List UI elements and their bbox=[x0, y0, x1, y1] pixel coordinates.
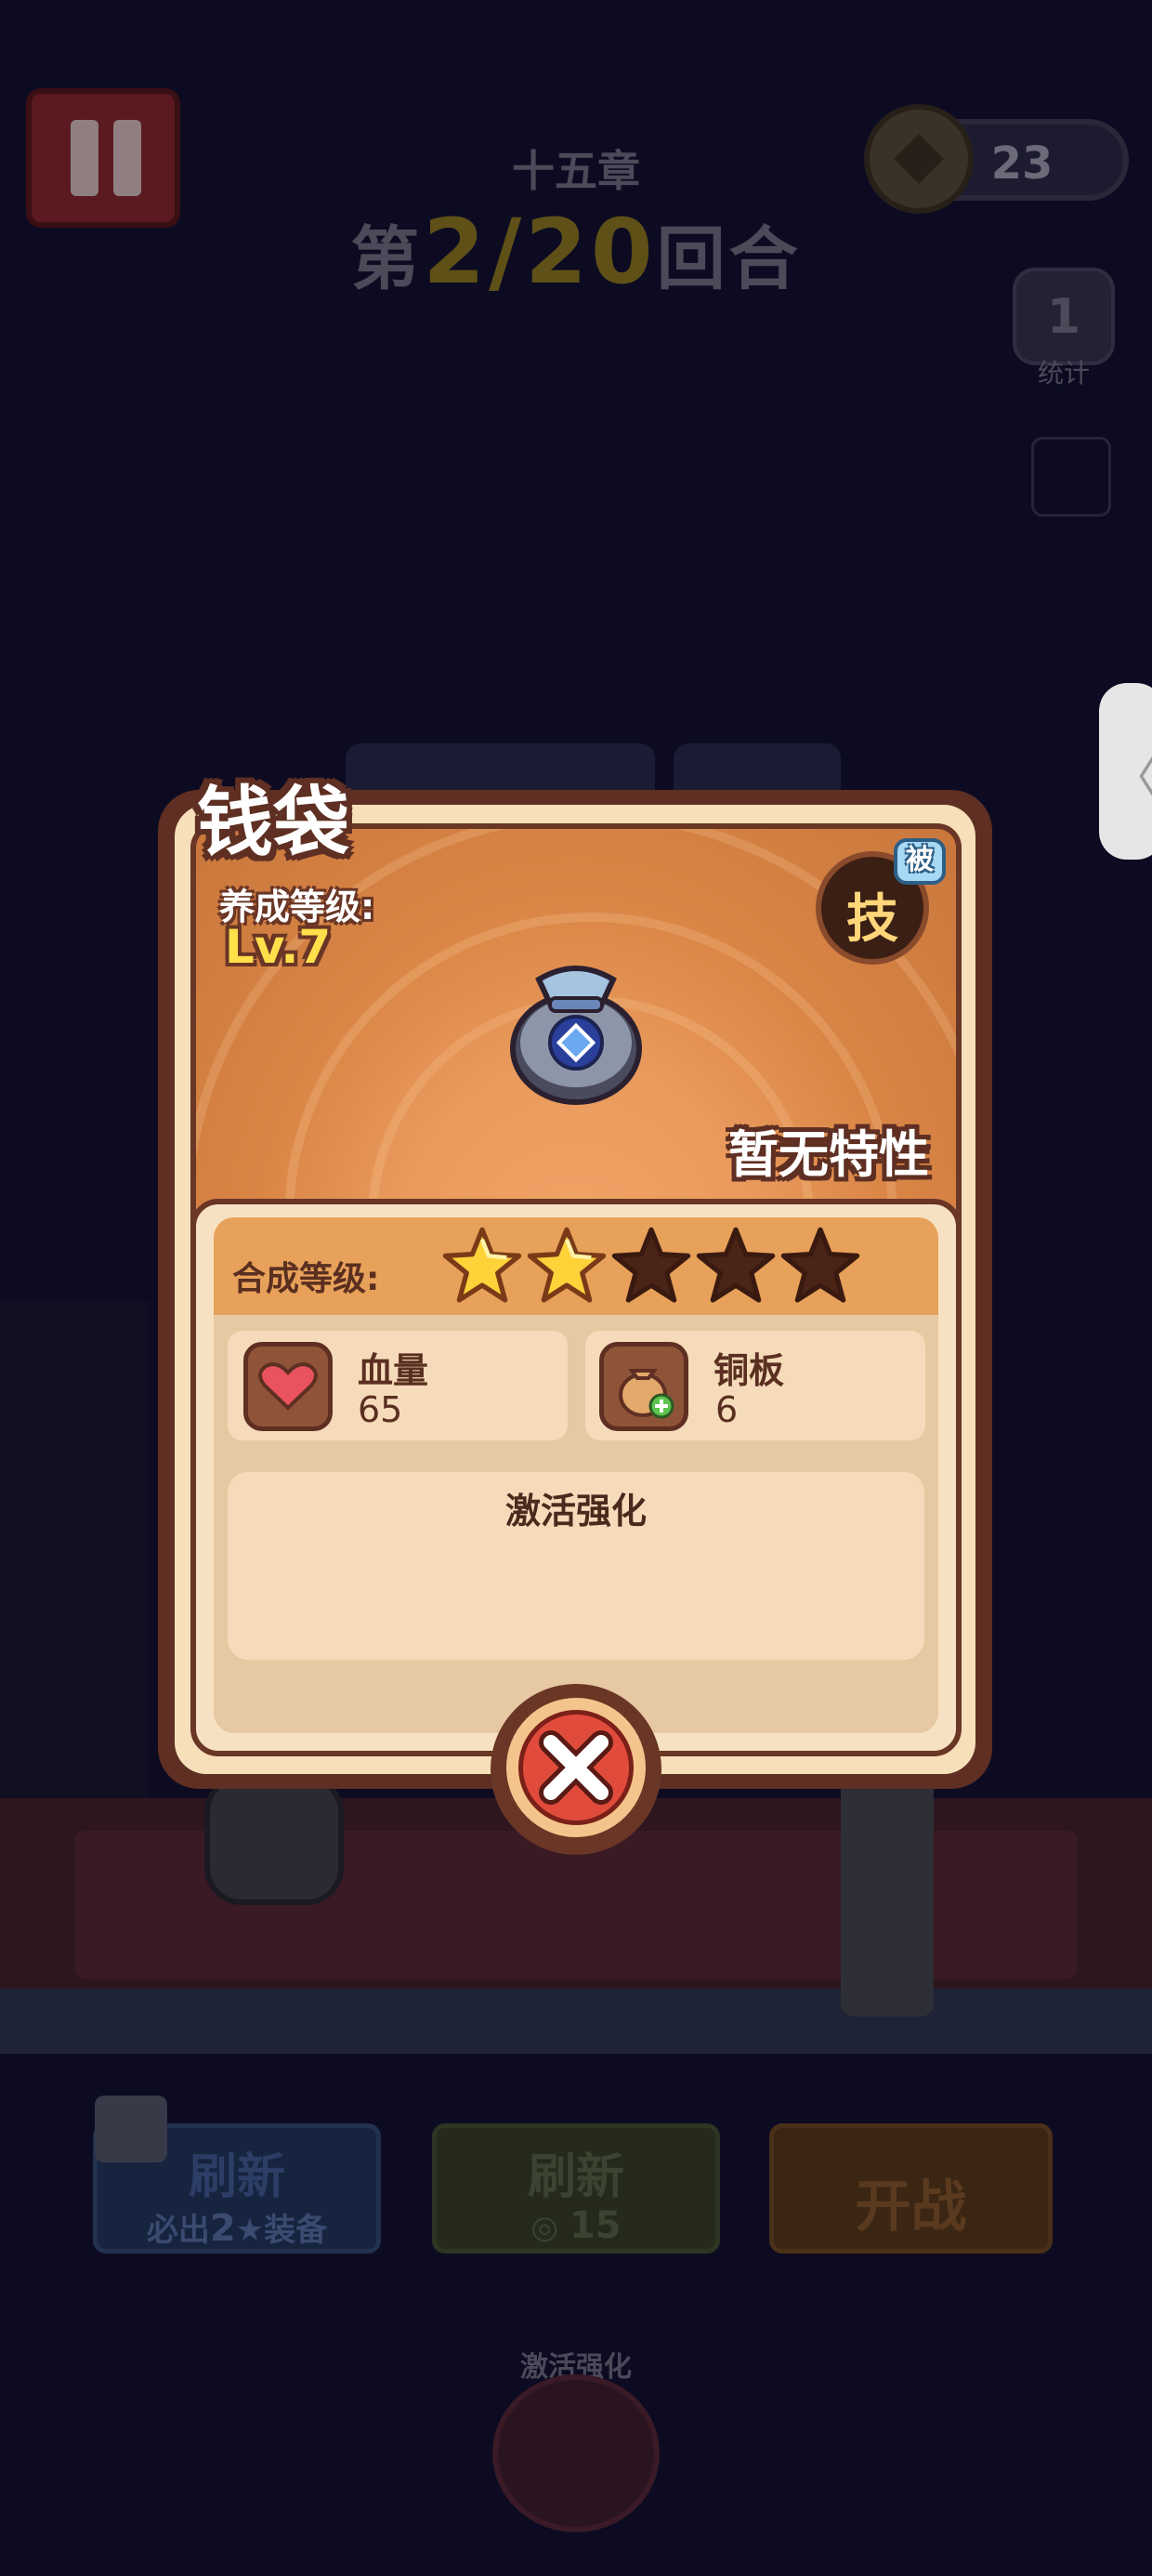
pause-icon bbox=[71, 120, 98, 196]
level-value: Lv.7 bbox=[225, 920, 332, 974]
hp-label: 血量 bbox=[358, 1350, 429, 1391]
item-title: 钱袋 bbox=[197, 779, 350, 867]
svg-text:1: 1 bbox=[1047, 289, 1080, 345]
star-icon: ★ bbox=[235, 2212, 265, 2249]
pillar-decoration bbox=[841, 1766, 934, 2017]
enhance-title: 激活强化 bbox=[504, 1491, 647, 1531]
refresh-ad-sub-suffix: 装备 bbox=[264, 2212, 328, 2249]
start-battle-button[interactable]: 开战 bbox=[769, 2123, 1053, 2254]
money-bag-icon bbox=[510, 966, 642, 1105]
hp-value: 65 bbox=[358, 1389, 403, 1430]
pause-icon-bar bbox=[113, 120, 141, 196]
refresh-coin-cost: 15 bbox=[569, 2204, 622, 2247]
pause-button[interactable] bbox=[26, 88, 180, 228]
star-empty-icon bbox=[611, 1227, 691, 1303]
refresh-ad-sub-count: 2 bbox=[209, 2207, 236, 2250]
round-prefix: 第 bbox=[350, 219, 424, 299]
round-suffix: 回合 bbox=[656, 219, 802, 299]
star-filled-icon bbox=[527, 1227, 607, 1303]
refresh-ad-sub-prefix: 必出 bbox=[146, 2212, 210, 2249]
chevron-left-icon: 〈 bbox=[1112, 741, 1152, 808]
play-board-edge bbox=[0, 1989, 1152, 2054]
heart-icon bbox=[243, 1342, 333, 1431]
stats-button[interactable]: 1 bbox=[1013, 268, 1115, 365]
tv-ad-icon bbox=[95, 2096, 167, 2162]
compose-level-label: 合成等级: bbox=[232, 1260, 380, 1298]
passive-badge: 被 bbox=[894, 838, 946, 885]
copper-coin-icon: ◎ bbox=[530, 2209, 569, 2246]
star-filled-icon bbox=[442, 1227, 522, 1303]
refresh-coin-cost-row: ◎ 15 bbox=[437, 2204, 715, 2247]
enhance-scroll-button[interactable] bbox=[492, 2374, 660, 2532]
round-indicator: 第2/20回合 bbox=[297, 200, 855, 304]
refresh-ad-subtitle: 必出2★装备 bbox=[98, 2204, 376, 2250]
stats-label: 统计 bbox=[1037, 358, 1090, 388]
close-x-glyph bbox=[539, 1730, 613, 1805]
refresh-coin-button[interactable]: 刷新 ◎ 15 bbox=[432, 2123, 720, 2254]
coin-bag-glyph bbox=[619, 1369, 674, 1419]
coin-count: 23 bbox=[990, 138, 1054, 190]
skill-label: 技 bbox=[846, 889, 898, 950]
coin-value: 6 bbox=[715, 1389, 739, 1430]
heart-glyph bbox=[258, 1362, 318, 1411]
settings-icon[interactable] bbox=[1031, 437, 1111, 517]
round-value: 2/20 bbox=[423, 200, 657, 304]
coin-bag-plus-icon bbox=[599, 1342, 688, 1431]
chapter-label: 十五章 bbox=[512, 146, 640, 196]
refresh-coin-label: 刷新 bbox=[527, 2149, 624, 2205]
star-empty-icon bbox=[780, 1227, 860, 1303]
yin-yang-icon bbox=[204, 1775, 344, 1905]
start-battle-label: 开战 bbox=[855, 2175, 967, 2240]
close-icon[interactable] bbox=[518, 1710, 634, 1825]
trait-text: 暂无特性 bbox=[728, 1125, 929, 1184]
star-empty-icon bbox=[696, 1227, 776, 1303]
side-curtain bbox=[0, 1301, 149, 1859]
coin-label: 铜板 bbox=[713, 1350, 785, 1391]
side-drawer-tab[interactable]: 〈 bbox=[1099, 683, 1152, 860]
stats-icon: 1 bbox=[1047, 289, 1080, 345]
